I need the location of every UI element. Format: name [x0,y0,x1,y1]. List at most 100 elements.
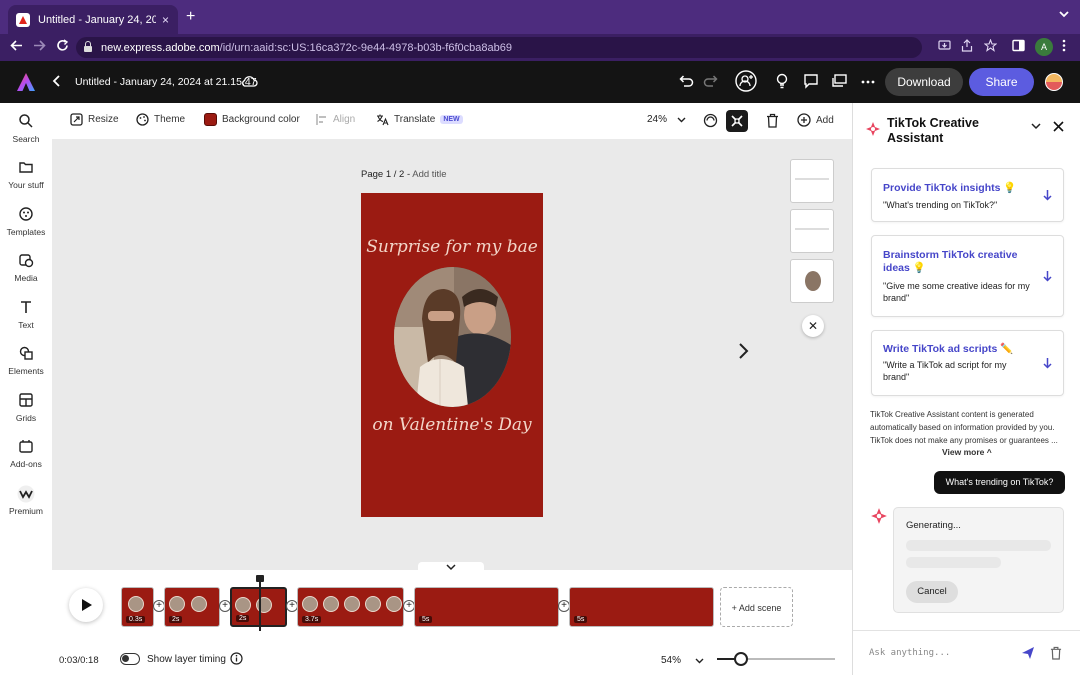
timeline-clip[interactable]: 5s [414,587,559,627]
sidebar-item-label: Grids [15,413,37,423]
sidebar-item-premium[interactable]: Premium [0,485,52,516]
animate-icon[interactable] [703,113,718,128]
headline-text[interactable]: Surprise for my bae [361,237,543,257]
timeline-clip[interactable]: 3.7s [297,587,404,627]
sidebar-item-templates[interactable]: Templates [0,206,52,237]
tiktok-assistant-logo-icon [865,121,881,137]
insights-card[interactable]: Provide TikTok insights 💡 "What's trendi… [871,168,1064,222]
close-icon[interactable]: ✕ [802,315,824,337]
page-thumbnail[interactable] [790,209,834,253]
sidebar-item-grids[interactable]: Grids [0,392,52,423]
resize-button[interactable]: Resize [70,113,119,126]
sidebar-item-elements[interactable]: Elements [0,345,52,376]
page-thumbnail[interactable] [790,159,834,203]
next-page-chevron-icon[interactable] [738,342,750,360]
new-tab-button[interactable]: + [186,8,195,26]
timeline-zoom-slider[interactable] [717,652,835,666]
browser-tab-bar: Untitled - January 24, 2024 at × + [0,0,1080,34]
align-button[interactable]: Align [315,113,355,126]
translate-label: Translate [394,114,436,125]
timeline-zoom-select[interactable]: 54% [661,655,704,666]
ad-scripts-card[interactable]: Write TikTok ad scripts ✏️ "Write a TikT… [871,330,1064,396]
reload-icon[interactable] [56,39,69,52]
timeline-clip[interactable]: 2s [164,587,220,627]
card-heading: Provide TikTok insights 💡 [883,182,1017,194]
download-button[interactable]: Download [885,68,963,96]
add-scene-button[interactable]: + Add scene [720,587,793,627]
footline-text[interactable]: on Valentine's Day [361,415,543,435]
bookmark-star-icon[interactable] [984,39,997,52]
undo-icon[interactable] [678,73,694,89]
play-button[interactable] [69,588,103,622]
clip-duration: 5s [419,616,433,623]
browser-menu-icon[interactable] [1062,39,1066,52]
chevron-down-icon [695,658,704,664]
clip-thumbnail [128,596,144,612]
sidebar-item-your-stuff[interactable]: Your stuff [0,159,52,190]
translate-button[interactable]: Translate NEW [376,113,463,126]
back-chevron-icon[interactable] [52,74,62,88]
send-icon[interactable] [1021,646,1035,660]
lightbulb-icon[interactable] [775,73,789,89]
profile-avatar[interactable]: A [1035,38,1053,56]
zoom-select[interactable]: 24% [647,114,686,125]
page-thumbnail[interactable] [790,259,834,303]
sidebar-item-text[interactable]: Text [0,299,52,330]
browser-tab[interactable]: Untitled - January 24, 2024 at × [8,5,178,34]
theme-button[interactable]: Theme [136,113,185,126]
sidebar-item-search[interactable]: Search [0,113,52,144]
text-icon [0,299,52,317]
lock-icon [84,41,92,52]
layer-timing-toggle[interactable] [120,653,140,665]
brainstorm-card[interactable]: Brainstorm TikTok creative ideas 💡 "Give… [871,235,1064,317]
chevron-down-icon [677,117,686,123]
share-page-icon[interactable] [961,39,973,52]
couple-photo[interactable] [394,267,511,407]
install-icon[interactable] [938,39,951,52]
canvas-area[interactable]: Page 1 / 2 - Add title Surprise for my b… [52,139,852,572]
invite-user-icon[interactable] [735,70,757,92]
clip-thumbnail [365,596,381,612]
add-button[interactable]: Add [797,113,834,127]
adobe-favicon-icon [16,12,30,27]
chevron-down-icon[interactable] [1031,123,1041,130]
layout-grid-button[interactable] [726,110,748,132]
add-title-link[interactable]: Add title [412,169,446,180]
clip-duration: 2s [169,616,183,623]
adobe-express-logo-icon[interactable] [16,72,36,92]
view-more-link[interactable]: View more ^ [942,447,992,457]
forward-arrow-icon[interactable] [33,39,46,52]
url-field[interactable]: new.express.adobe.com/id/urn:aaid:sc:US:… [76,37,922,58]
playhead[interactable] [256,575,264,631]
ask-input[interactable]: Ask anything... [869,648,950,658]
user-avatar[interactable] [1045,73,1063,91]
background-color-button[interactable]: Background color [204,113,300,126]
tab-close-icon[interactable]: × [162,13,169,27]
info-icon[interactable] [230,652,243,665]
sidebar-item-label: Templates [6,227,46,237]
trash-icon[interactable] [766,113,779,128]
trash-icon[interactable] [1050,646,1062,660]
slider-knob[interactable] [733,652,748,666]
cancel-button[interactable]: Cancel [906,581,958,603]
document-title[interactable]: Untitled - January 24, 2024 at 21.15.47 [75,76,257,88]
timeline-clip[interactable]: 0.3s [121,587,154,627]
share-button[interactable]: Share [969,68,1034,96]
tab-menu-icon[interactable] [1058,8,1070,20]
timeline-clip[interactable]: 5s [569,587,714,627]
artboard[interactable]: Surprise for my bae on Valentine's Day [361,193,543,517]
present-icon[interactable] [831,73,848,89]
sidebar-item-add-ons[interactable]: Add-ons [0,438,52,469]
redo-icon[interactable] [703,73,719,89]
add-label: Add [816,114,834,126]
side-panel-icon[interactable] [1012,39,1025,52]
user-message-bubble: What's trending on TikTok? [934,471,1065,494]
ask-bar: Ask anything... [853,630,1080,675]
left-sidebar: Search Your stuff Templates Media Text E… [0,103,52,675]
clip-thumbnail [302,596,318,612]
comment-icon[interactable] [803,73,819,89]
more-options-icon[interactable] [861,80,875,84]
back-arrow-icon[interactable] [10,39,23,52]
close-icon[interactable] [1053,121,1064,132]
sidebar-item-media[interactable]: Media [0,252,52,283]
